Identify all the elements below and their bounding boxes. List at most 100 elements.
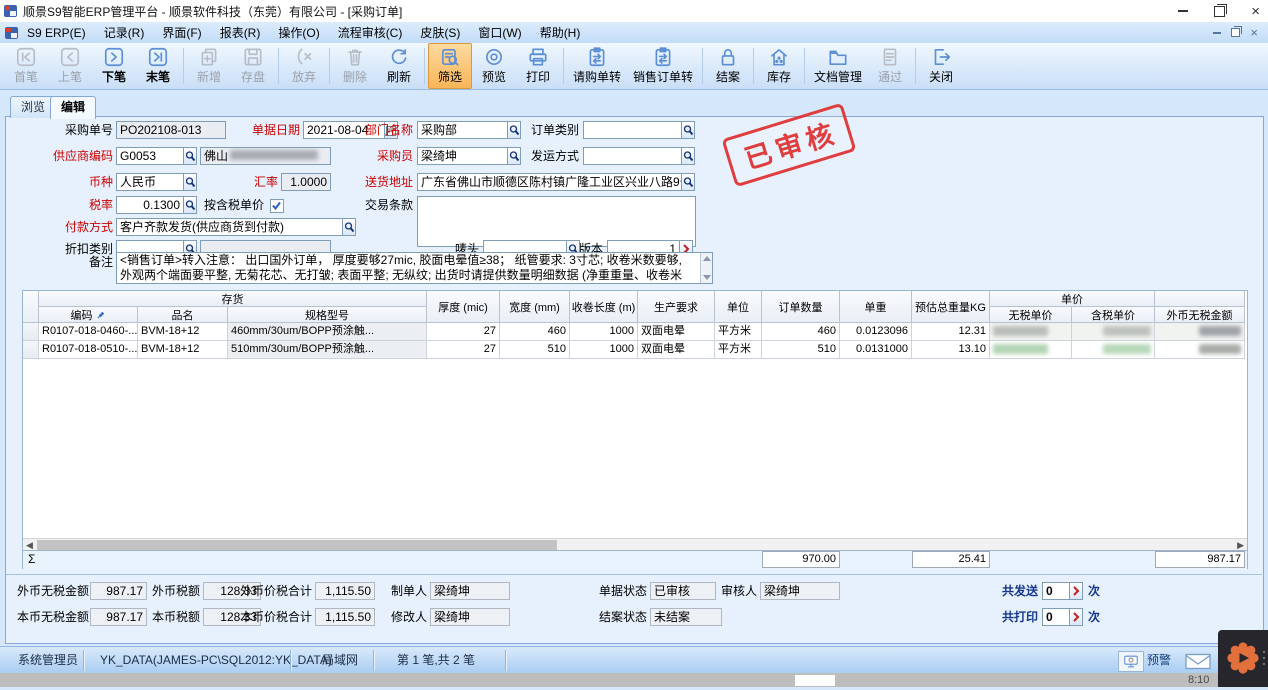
- menu-item-record[interactable]: 记录(R): [95, 22, 154, 43]
- message-envelope-icon[interactable]: [1184, 652, 1212, 670]
- refresh-button[interactable]: 刷新: [377, 43, 421, 89]
- alert-label[interactable]: 预警: [1147, 647, 1171, 674]
- sent-count-field[interactable]: 0: [1042, 582, 1070, 600]
- grid-cell-production[interactable]: 双面电晕: [638, 341, 715, 359]
- add-button[interactable]: 新增: [187, 43, 231, 89]
- menu-item-report[interactable]: 报表(R): [211, 22, 270, 43]
- taskbar-item[interactable]: [795, 675, 835, 686]
- alert-monitor-icon[interactable]: [1118, 651, 1144, 672]
- inventory-button[interactable]: 库存: [757, 43, 801, 89]
- dept-field[interactable]: 采购部: [417, 121, 508, 139]
- restore-button[interactable]: [1214, 6, 1225, 17]
- supplier-code-field[interactable]: G0053: [116, 147, 184, 165]
- grid-cell-length[interactable]: 1000: [570, 341, 638, 359]
- grid-cell-name[interactable]: BVM-18+12: [138, 323, 228, 341]
- column-header-price-no-tax[interactable]: 无税单价: [990, 307, 1072, 323]
- grid-cell-qty[interactable]: 460: [762, 323, 840, 341]
- tab-edit[interactable]: 编辑: [50, 96, 96, 119]
- currency-field[interactable]: 人民币: [116, 173, 184, 191]
- menu-item-workflow[interactable]: 流程审核(C): [329, 22, 412, 43]
- supplier-lookup-button[interactable]: [183, 147, 197, 165]
- column-header-name[interactable]: 品名: [138, 307, 228, 323]
- column-header-est-weight[interactable]: 预估总重量KG: [912, 291, 990, 323]
- order-type-field[interactable]: [583, 121, 682, 139]
- column-header-unit-weight[interactable]: 单重: [840, 291, 912, 323]
- scrollbar-thumb[interactable]: [37, 540, 557, 550]
- ship-method-field[interactable]: [583, 147, 682, 165]
- close-button[interactable]: ×: [1251, 4, 1260, 19]
- grid-cell-width[interactable]: 460: [500, 323, 570, 341]
- payment-lookup-button[interactable]: [342, 218, 356, 236]
- column-header-code[interactable]: 编码: [39, 307, 138, 323]
- grid-cell-est-weight[interactable]: 13.10: [912, 341, 990, 359]
- prev-record-button[interactable]: 上笔: [48, 43, 92, 89]
- grid-cell-length[interactable]: 1000: [570, 323, 638, 341]
- menu-item-operation[interactable]: 操作(O): [269, 22, 328, 43]
- menu-item-window[interactable]: 窗口(W): [469, 22, 530, 43]
- column-header-thickness[interactable]: 厚度 (mic): [427, 291, 500, 323]
- requisition-transfer-button[interactable]: 请购单转: [567, 43, 627, 89]
- column-header-production[interactable]: 生产要求: [638, 291, 715, 323]
- currency-lookup-button[interactable]: [183, 173, 197, 191]
- column-header-unit[interactable]: 单位: [715, 291, 762, 323]
- save-button[interactable]: 存盘: [231, 43, 275, 89]
- grid-cell-price-with-tax-redacted[interactable]: [1072, 341, 1155, 359]
- grid-cell-unit-weight[interactable]: 0.0123096: [840, 323, 912, 341]
- row-selector[interactable]: [23, 323, 39, 341]
- grid-cell-width[interactable]: 510: [500, 341, 570, 359]
- grid-cell-qty[interactable]: 510: [762, 341, 840, 359]
- sales-order-transfer-button[interactable]: 销售订单转: [627, 43, 699, 89]
- child-minimize-button[interactable]: [1213, 32, 1221, 34]
- close-case-button[interactable]: 结案: [706, 43, 750, 89]
- child-close-button[interactable]: ×: [1250, 25, 1258, 40]
- grid-cell-est-weight[interactable]: 12.31: [912, 323, 990, 341]
- delete-button[interactable]: 删除: [333, 43, 377, 89]
- ship-method-lookup-button[interactable]: [681, 147, 695, 165]
- first-record-button[interactable]: 首笔: [4, 43, 48, 89]
- tax-rate-lookup-button[interactable]: [183, 196, 197, 214]
- tax-rate-field[interactable]: 0.1300: [116, 196, 184, 214]
- grid-cell-unit[interactable]: 平方米: [715, 323, 762, 341]
- grid-cell-name[interactable]: BVM-18+12: [138, 341, 228, 359]
- close-window-button[interactable]: 关闭: [919, 43, 963, 89]
- column-header-length[interactable]: 收卷长度 (m): [570, 291, 638, 323]
- last-record-button[interactable]: 末笔: [136, 43, 180, 89]
- menu-item-interface[interactable]: 界面(F): [153, 22, 210, 43]
- scroll-left-icon[interactable]: ◀: [26, 541, 33, 549]
- column-header-price-with-tax[interactable]: 含税单价: [1072, 307, 1155, 323]
- grid-cell-spec[interactable]: 460mm/30um/BOPP预涂触...: [228, 323, 427, 341]
- minimize-button[interactable]: [1178, 10, 1188, 12]
- delivery-address-field[interactable]: 广东省佛山市顺德区陈村镇广隆工业区兴业八路9号之一: [417, 173, 682, 191]
- grid-cell-unit-weight[interactable]: 0.0131000: [840, 341, 912, 359]
- next-record-button[interactable]: 下笔: [92, 43, 136, 89]
- print-spinner-button[interactable]: [1069, 608, 1083, 626]
- grid-cell-spec[interactable]: 510mm/30um/BOPP预涂触...: [228, 341, 427, 359]
- column-header-width[interactable]: 宽度 (mm): [500, 291, 570, 323]
- grid-cell-fc-amount-redacted[interactable]: [1155, 341, 1245, 359]
- screen-recorder-widget[interactable]: [1218, 630, 1268, 687]
- discard-button[interactable]: 放弃: [282, 43, 326, 89]
- payment-field[interactable]: 客户齐款发货(供应商货到付款): [116, 218, 343, 236]
- menu-item-help[interactable]: 帮助(H): [531, 22, 590, 43]
- row-selector[interactable]: [23, 341, 39, 359]
- grid-cell-code[interactable]: R0107-018-0510-...: [39, 341, 138, 359]
- remark-textarea[interactable]: <销售订单>转入注意： 出口国外订单， 厚度要够27mic, 胶面电晕值≥38；…: [116, 252, 713, 284]
- grid-cell-code[interactable]: R0107-018-0460-...: [39, 323, 138, 341]
- tax-included-checkbox[interactable]: [270, 199, 284, 213]
- scroll-right-icon[interactable]: ▶: [1237, 541, 1244, 549]
- document-management-button[interactable]: 文档管理: [808, 43, 868, 89]
- sent-spinner-button[interactable]: [1069, 582, 1083, 600]
- column-header-fc-amount[interactable]: 外币无税金额: [1155, 307, 1245, 323]
- column-group-unit-price[interactable]: 单价: [990, 291, 1155, 307]
- menu-item-skin[interactable]: 皮肤(S): [411, 22, 469, 43]
- print-button[interactable]: 打印: [516, 43, 560, 89]
- grid-cell-thickness[interactable]: 27: [427, 323, 500, 341]
- order-type-lookup-button[interactable]: [681, 121, 695, 139]
- grid-cell-unit[interactable]: 平方米: [715, 341, 762, 359]
- print-count-field[interactable]: 0: [1042, 608, 1070, 626]
- grid-cell-price-no-tax-redacted[interactable]: [990, 323, 1072, 341]
- menu-item-s9erp[interactable]: S9 ERP(E): [18, 24, 95, 42]
- grid-cell-fc-amount-redacted[interactable]: [1155, 323, 1245, 341]
- approve-button[interactable]: 通过: [868, 43, 912, 89]
- grid-cell-price-no-tax-redacted[interactable]: [990, 341, 1072, 359]
